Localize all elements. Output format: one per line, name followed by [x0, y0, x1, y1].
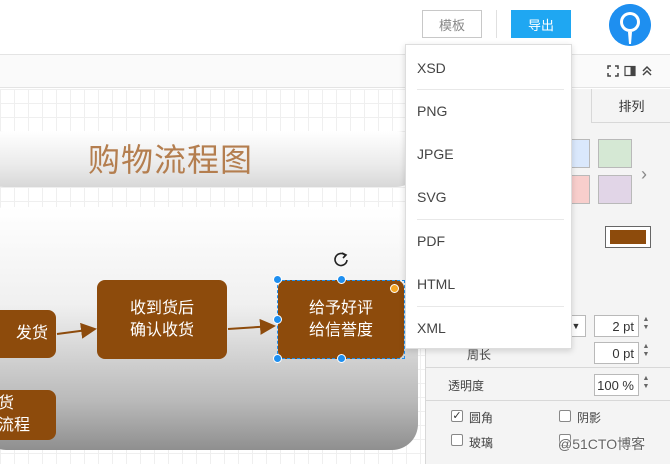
export-menu: XSD PNG JPGE SVG PDF HTML XML — [405, 44, 572, 349]
export-svg[interactable]: SVG — [406, 175, 573, 218]
watermark: @51CTO博客 — [558, 436, 646, 452]
corner-radius-handle[interactable] — [390, 284, 399, 293]
rotate-icon[interactable] — [333, 251, 349, 267]
collapse-icon[interactable] — [641, 65, 653, 77]
resize-handle-sw[interactable] — [273, 354, 282, 363]
tab-arrange[interactable]: 排列 — [591, 89, 670, 123]
export-xsd[interactable]: XSD — [406, 46, 573, 89]
resize-handle-n[interactable] — [337, 275, 346, 284]
export-xml[interactable]: XML — [406, 306, 573, 349]
avatar[interactable] — [609, 4, 651, 46]
fill-color-button[interactable] — [605, 226, 651, 248]
perimeter-input[interactable]: 0 pt — [594, 342, 639, 364]
resize-handle-s[interactable] — [337, 354, 346, 363]
resize-handle-nw[interactable] — [273, 275, 282, 284]
glass-checkbox[interactable] — [451, 434, 463, 446]
chevron-right-icon[interactable]: › — [641, 164, 647, 185]
divider — [426, 400, 670, 401]
node-ship[interactable]: 发货 — [0, 310, 56, 358]
fullscreen-icon[interactable] — [607, 65, 619, 77]
user-icon — [609, 4, 651, 46]
export-jpge[interactable]: JPGE — [406, 132, 573, 175]
export-pdf[interactable]: PDF — [406, 219, 573, 262]
opacity-stepper[interactable]: ▲ ▼ — [641, 375, 651, 391]
node-return-flow[interactable]: 货流程 — [0, 390, 56, 440]
style-swatch-green[interactable] — [598, 139, 632, 168]
line-width-input[interactable]: 2 pt — [594, 315, 639, 337]
line-width-stepper[interactable]: ▲ ▼ — [641, 316, 651, 332]
perimeter-stepper[interactable]: ▲ ▼ — [641, 343, 651, 359]
arrow-receive-to-review — [227, 318, 276, 335]
opacity-label: 透明度 — [448, 379, 485, 393]
resize-handle-w[interactable] — [273, 315, 282, 324]
style-swatch-purple[interactable] — [598, 175, 632, 204]
arrow-ship-to-receive — [56, 322, 97, 339]
node-receive-confirm[interactable]: 收到货后 确认收货 — [97, 280, 227, 359]
selection-box — [277, 280, 405, 359]
diagram-canvas[interactable]: 购物流程图 发货 收到货后 确认收货 给予好评 给信誉度 货流程 — [0, 89, 425, 464]
shadow-checkbox[interactable] — [559, 410, 571, 422]
header-divider — [496, 10, 497, 38]
divider — [426, 367, 670, 368]
export-png[interactable]: PNG — [406, 89, 573, 132]
panel-toggle-icon[interactable] — [624, 65, 636, 77]
flow-arrows — [56, 318, 276, 339]
export-html[interactable]: HTML — [406, 262, 573, 305]
shadow-label: 阴影 — [577, 411, 602, 425]
rounded-checkbox[interactable]: ✓ — [451, 410, 463, 422]
opacity-input[interactable]: 100 % — [594, 374, 639, 396]
rounded-label: 圆角 — [469, 411, 494, 425]
glass-label: 玻璃 — [469, 436, 494, 450]
template-button[interactable]: 模板 — [422, 10, 482, 38]
export-button[interactable]: 导出 — [511, 10, 571, 38]
